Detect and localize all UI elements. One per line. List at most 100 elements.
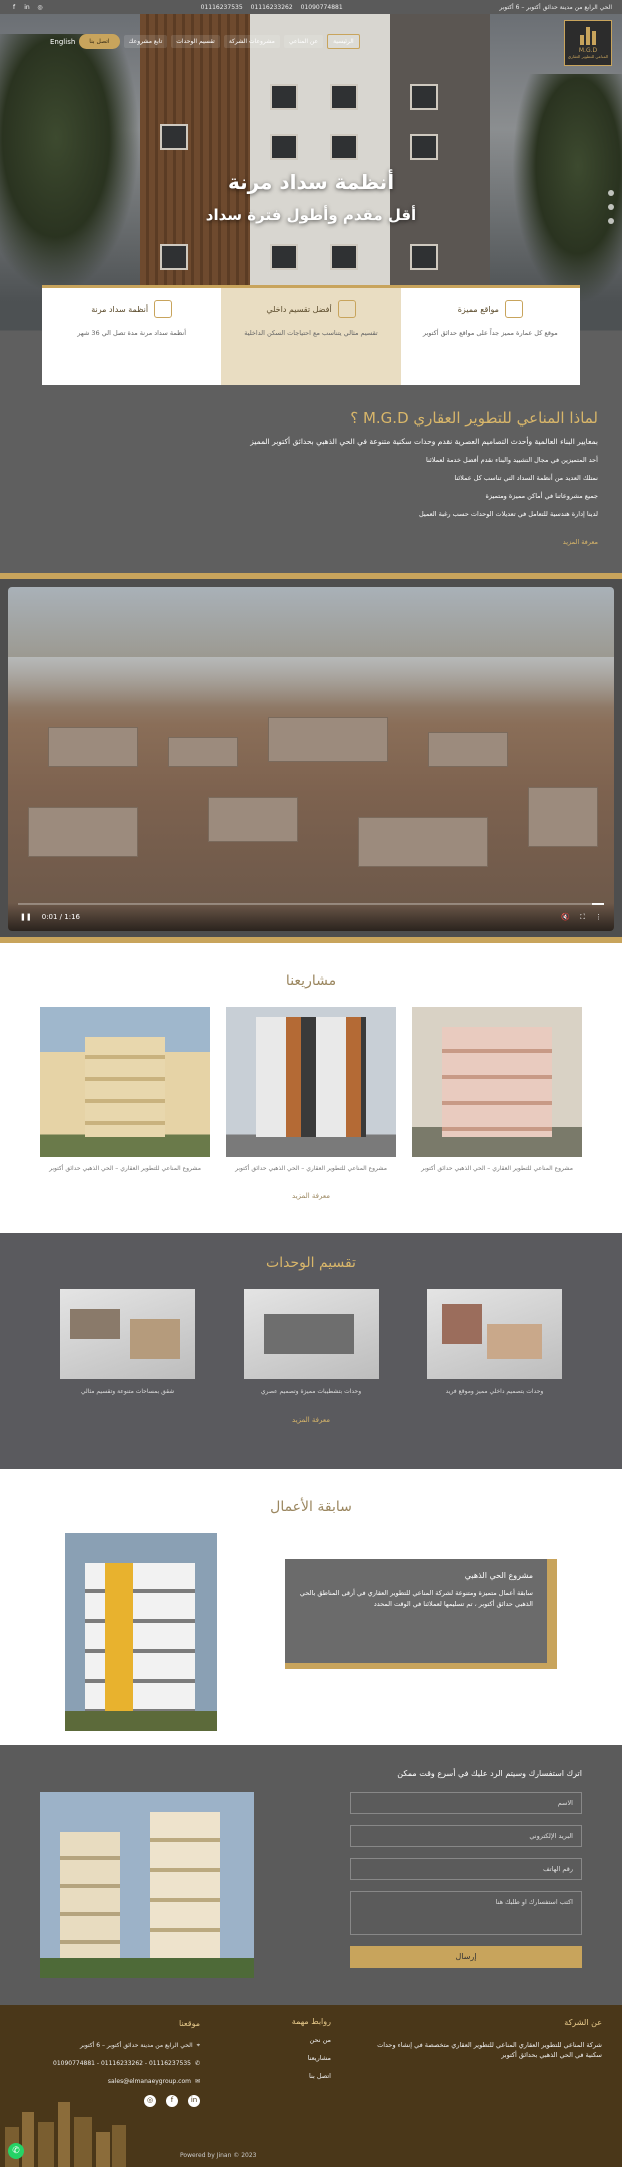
contact-button[interactable]: اتصل بنا: [79, 34, 120, 49]
project-caption: مشروع المناعي للتطوير العقاري – الحي الذ…: [49, 1165, 201, 1172]
hero-subtitle: أقل مقدم وأطول فترة سداد: [205, 206, 417, 224]
video-controls: ❚❚ 0:01 / 1:16 🔇 ⛶ ⋮: [8, 903, 614, 931]
unit-plan-image: [427, 1289, 562, 1379]
footer-about: عن الشركة شركة المناعي للتطوير العقاري ا…: [372, 2017, 602, 2107]
fullscreen-icon[interactable]: ⛶: [580, 913, 585, 922]
hero-slider: English اتصل بنا تابع مشروعك تقسيم الوحد…: [0, 14, 622, 302]
footer-links-title: روابط مهمة: [291, 2017, 331, 2026]
units-title: تقسيم الوحدات: [266, 1255, 356, 1271]
feature-title: مواقع مميزة: [457, 304, 499, 314]
video-time: 0:01 / 1:16: [41, 913, 80, 921]
location-icon: ⌖: [196, 2041, 200, 2049]
contact-form: الاسم البريد الإلكتروني رقم الهاتف اكتب …: [350, 1792, 582, 1978]
message-field[interactable]: اكتب استفسارك او طلبك هنا: [350, 1891, 582, 1935]
feature-card: أنظمة سداد مرنة أنظمة سداد مرنة مدة تصل …: [42, 285, 222, 385]
unit-caption: وحدات بتصميم داخلي مميز وموقع فريد: [445, 1388, 544, 1395]
why-point: جميع مشروعاتنا في أماكن مميزة ومتميزة: [485, 492, 598, 500]
facebook-icon[interactable]: f: [166, 2095, 178, 2108]
project-image: [40, 1007, 210, 1157]
footer-about-text: شركة المناعي للتطوير العقاري المناعي للت…: [377, 2040, 602, 2060]
phone-field[interactable]: رقم الهاتف: [350, 1858, 582, 1880]
why-title: لماذا المناعي للتطوير العقاري M.G.D ؟: [350, 409, 598, 427]
unit-plan-image: [60, 1289, 195, 1379]
why-point: لدينا إدارة هندسية للتعامل في تعديلات ال…: [418, 510, 598, 518]
email-field[interactable]: البريد الإلكتروني: [350, 1825, 582, 1847]
main-nav: English اتصل بنا تابع مشروعك تقسيم الوحد…: [50, 20, 612, 66]
send-button[interactable]: إرسال: [350, 1946, 582, 1968]
works-building-image: [65, 1533, 217, 1731]
floor-plan-icon: [337, 300, 356, 318]
video-player[interactable]: ❚❚ 0:01 / 1:16 🔇 ⛶ ⋮: [8, 587, 614, 931]
footer-email[interactable]: sales@elmanaeygroup.com: [108, 2077, 191, 2087]
project-caption: مشروع المناعي للتطوير العقاري – الحي الذ…: [421, 1165, 573, 1172]
slider-dots: [608, 190, 614, 224]
why-points: أحد المتميزين في مجال التشييد والبناء نق…: [24, 456, 598, 518]
phone-number[interactable]: 01090774881: [301, 4, 343, 11]
works-card: مشروع الحي الذهبي سابقة أعمال متميزة ومت…: [285, 1559, 557, 1669]
pause-icon[interactable]: ❚❚: [20, 913, 32, 921]
linkedin-icon[interactable]: in: [188, 2095, 200, 2108]
more-options-icon[interactable]: ⋮: [595, 913, 602, 921]
projects-more-link[interactable]: معرفة المزيد: [292, 1192, 330, 1200]
instagram-icon[interactable]: ◎: [36, 3, 44, 11]
phone-number[interactable]: 01116233262: [251, 4, 293, 11]
footer-phones[interactable]: 01116237535 - 01116233262 - 01090774881: [53, 2059, 191, 2069]
slider-dot[interactable]: [608, 190, 614, 196]
site-logo[interactable]: M.G.D المناعي للتطوير العقاري: [564, 20, 612, 66]
footer-copyright: Powered by Jinan © 2023: [180, 2152, 257, 2159]
logo-subtext: المناعي للتطوير العقاري: [567, 54, 609, 59]
language-switch[interactable]: English: [50, 38, 75, 46]
footer-about-title: عن الشركة: [564, 2018, 602, 2027]
video-section: ❚❚ 0:01 / 1:16 🔇 ⛶ ⋮: [0, 573, 622, 943]
why-more-link[interactable]: معرفة المزيد: [563, 538, 598, 546]
project-image: [412, 1007, 582, 1157]
feature-desc: موقع كل عمارة مميز جداً على مواقع حدائق …: [422, 329, 558, 337]
name-field[interactable]: الاسم: [350, 1792, 582, 1814]
works-card-text: سابقة أعمال متميزة ومتنوعة لشركة المناعي…: [299, 1589, 533, 1609]
units-more-link[interactable]: معرفة المزيد: [292, 1416, 330, 1424]
unit-plan-image: [243, 1289, 379, 1379]
slider-dot[interactable]: [608, 218, 614, 224]
projects-section: مشاريعنا مشروع المناعي للتطوير العقاري –…: [0, 943, 622, 1233]
facebook-icon[interactable]: f: [10, 3, 18, 11]
nav-item-about[interactable]: عن المناعي: [283, 35, 324, 48]
nav-item-projects[interactable]: مشروعات الشركة: [223, 35, 280, 48]
project-card[interactable]: مشروع المناعي للتطوير العقاري – الحي الذ…: [226, 1007, 396, 1172]
projects-title: مشاريعنا: [285, 973, 337, 989]
top-phones: 01116237535 01116233262 01090774881: [201, 4, 343, 11]
why-intro: بمعايير البناء العالمية وأحدث التصاميم ا…: [250, 437, 598, 446]
footer-link[interactable]: من نحن: [241, 2036, 331, 2044]
nav-item-home[interactable]: الرئيسية: [327, 34, 360, 49]
footer-location: موقعنا ⌖ الحي الرابع من مدينة حدائق أكتوب…: [20, 2017, 200, 2108]
phone-icon: ✆: [194, 2059, 200, 2067]
nav-item-units[interactable]: تقسيم الوحدات: [171, 35, 220, 48]
unit-card[interactable]: وحدات بتشطيبات مميزة وتصميم عصري: [243, 1289, 379, 1396]
phone-number[interactable]: 01116237535: [201, 4, 243, 11]
nav-menu: English اتصل بنا تابع مشروعك تقسيم الوحد…: [50, 34, 360, 49]
whatsapp-icon[interactable]: ✆: [8, 2143, 24, 2159]
contact-section: اترك استفسارك وسيتم الرد عليك في أسرع وق…: [0, 1745, 622, 2005]
mute-icon[interactable]: 🔇: [561, 913, 570, 921]
location-pin-icon: [504, 300, 523, 318]
feature-title: أنظمة سداد مرنة: [91, 304, 149, 314]
project-card[interactable]: مشروع المناعي للتطوير العقاري – الحي الذ…: [412, 1007, 582, 1172]
footer-link[interactable]: مشاريعنا: [241, 2054, 331, 2062]
works-section: سابقة الأعمال مشروع الحي الذهبي سابقة أع…: [0, 1469, 622, 1745]
mail-icon: ✉: [194, 2077, 200, 2085]
project-card[interactable]: مشروع المناعي للتطوير العقاري – الحي الذ…: [40, 1007, 210, 1172]
feature-title: أفضل تقسيم داخلي: [266, 304, 332, 314]
features-section: مواقع مميزة موقع كل عمارة مميز جداً على …: [0, 285, 622, 397]
footer-links: روابط مهمة من نحن مشاريعنا اتصل بنا: [241, 2017, 331, 2107]
footer-link[interactable]: اتصل بنا: [241, 2072, 331, 2080]
instagram-icon[interactable]: ◎: [144, 2095, 156, 2108]
linkedin-icon[interactable]: in: [23, 3, 31, 11]
footer: عن الشركة شركة المناعي للتطوير العقاري ا…: [0, 2005, 622, 2167]
unit-card[interactable]: شقق بمساحات متنوعة وتقسيم مثالي: [60, 1289, 195, 1396]
unit-card[interactable]: وحدات بتصميم داخلي مميز وموقع فريد: [427, 1289, 562, 1396]
nav-item-follow-project[interactable]: تابع مشروعك: [123, 35, 168, 48]
top-social: f in ◎: [10, 3, 44, 11]
units-section: تقسيم الوحدات شقق بمساحات متنوعة وتقسيم …: [0, 1233, 622, 1469]
why-point: نمتلك العديد من أنظمة السداد التي تناسب …: [454, 474, 598, 482]
slider-dot[interactable]: [608, 204, 614, 210]
palm-tree-left: [0, 34, 140, 294]
